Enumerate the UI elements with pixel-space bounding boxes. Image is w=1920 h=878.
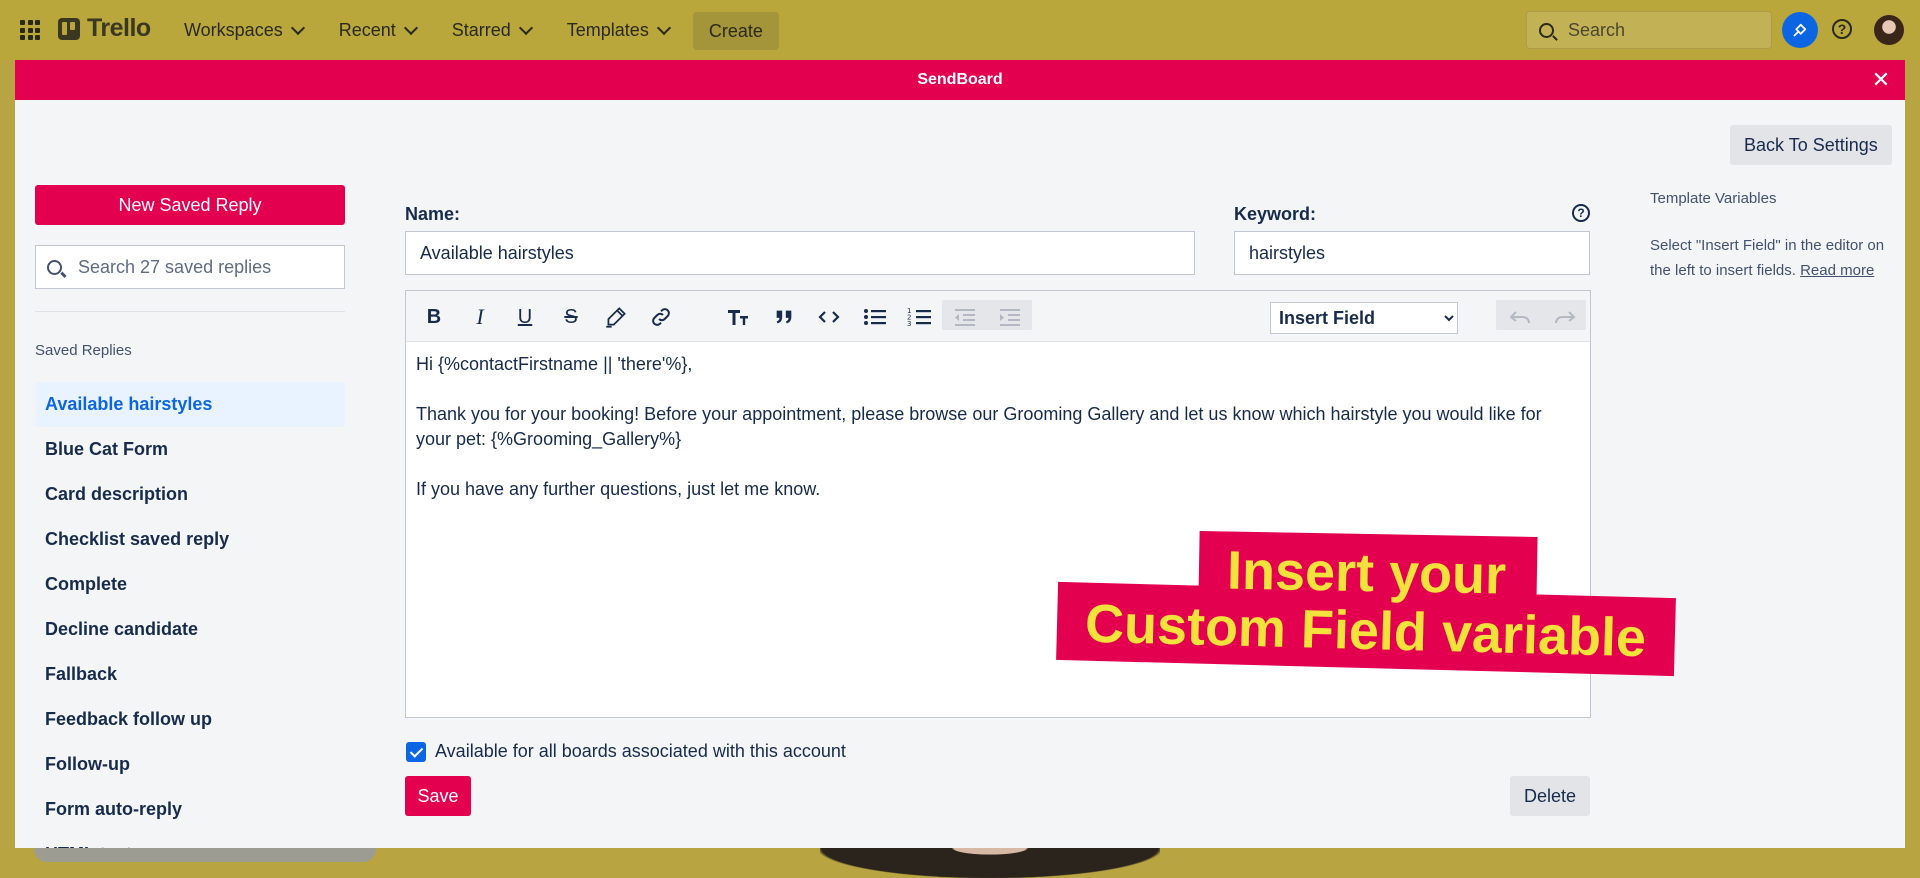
strikethrough-icon[interactable]: S — [557, 303, 585, 331]
divider — [35, 311, 345, 312]
outdent-icon — [951, 303, 979, 331]
redo-icon — [1551, 303, 1579, 331]
help-icon[interactable]: ? — [1832, 19, 1852, 39]
create-button[interactable]: Create — [692, 12, 779, 50]
editor-toolbar: B I U S 123 Insert Field — [406, 291, 1590, 342]
insert-field-select[interactable]: Insert Field — [1270, 302, 1458, 334]
nav-starred[interactable]: Starred — [438, 12, 545, 48]
app-switcher-icon[interactable] — [20, 20, 40, 40]
board-background-photo — [820, 848, 1160, 878]
back-to-settings-button[interactable]: Back To Settings — [1730, 125, 1892, 165]
list-item[interactable]: Decline candidate — [35, 607, 345, 652]
body-line-greeting: Hi {%contactFirstname || 'there'%}, — [416, 354, 693, 374]
keyword-input[interactable] — [1234, 231, 1590, 275]
nav-workspaces[interactable]: Workspaces — [170, 12, 317, 48]
delete-button[interactable]: Delete — [1510, 776, 1590, 816]
search-icon — [47, 259, 62, 275]
indent-icon — [996, 303, 1024, 331]
chevron-down-icon — [290, 20, 305, 35]
trello-logo-icon — [58, 17, 80, 40]
undo-icon — [1506, 303, 1534, 331]
close-icon[interactable]: ✕ — [1869, 67, 1893, 92]
avatar[interactable] — [1874, 15, 1904, 45]
top-search-input[interactable] — [1566, 18, 1760, 42]
list-item[interactable]: Fallback — [35, 652, 345, 697]
help-icon[interactable]: ? — [1572, 204, 1590, 222]
save-button[interactable]: Save — [405, 776, 471, 816]
link-icon[interactable] — [647, 303, 675, 331]
underline-icon[interactable]: U — [511, 303, 539, 331]
all-boards-checkbox[interactable] — [406, 742, 426, 762]
sendboard-modal: SendBoard ✕ Back To Settings New Saved R… — [15, 60, 1905, 848]
trello-logo[interactable]: Trello — [58, 14, 151, 43]
list-item[interactable]: Available hairstyles — [35, 382, 345, 427]
list-item[interactable]: Blue Cat Form — [35, 427, 345, 472]
template-variables-help: Select "Insert Field" in the editor on t… — [1650, 237, 1885, 279]
search-icon — [1539, 22, 1554, 38]
template-variables-title: Template Variables — [1650, 190, 1777, 207]
list-item[interactable]: Form auto-reply — [35, 787, 345, 832]
highlighter-icon[interactable] — [602, 303, 630, 331]
list-item[interactable]: Checklist saved reply — [35, 517, 345, 562]
numbered-list-icon[interactable]: 123 — [906, 303, 934, 331]
saved-replies-list: Available hairstyles Blue Cat Form Card … — [35, 382, 345, 848]
chevron-down-icon — [403, 20, 418, 35]
read-more-link[interactable]: Read more — [1800, 262, 1874, 279]
bold-icon[interactable]: B — [420, 303, 448, 331]
top-nav: Workspaces Recent Starred Templates Crea… — [170, 12, 779, 50]
trello-logo-text: Trello — [87, 14, 151, 42]
text-size-icon[interactable] — [724, 303, 752, 331]
nav-templates[interactable]: Templates — [553, 12, 683, 48]
nav-recent[interactable]: Recent — [325, 12, 430, 48]
trello-topbar: Trello Workspaces Recent Starred Templat… — [0, 0, 1920, 60]
list-item[interactable]: Feedback follow up — [35, 697, 345, 742]
keyword-label: Keyword: — [1234, 204, 1317, 224]
svg-text:3: 3 — [907, 320, 911, 328]
code-icon[interactable] — [815, 303, 843, 331]
list-item[interactable]: Follow-up — [35, 742, 345, 787]
name-input[interactable] — [405, 231, 1195, 275]
editor-content[interactable]: Hi {%contactFirstname || 'there'%}, Than… — [406, 342, 1590, 537]
rich-text-editor: B I U S 123 Insert Field Hi {%contactFir… — [405, 290, 1591, 718]
bullet-list-icon[interactable] — [861, 303, 889, 331]
notifications-icon[interactable] — [1782, 12, 1818, 48]
saved-replies-heading: Saved Replies — [35, 342, 132, 359]
body-line-message: Thank you for your booking! Before your … — [416, 404, 1542, 449]
chevron-down-icon — [518, 20, 533, 35]
modal-title: SendBoard — [917, 71, 1003, 88]
list-item[interactable]: Card description — [35, 472, 345, 517]
new-saved-reply-button[interactable]: New Saved Reply — [35, 185, 345, 225]
modal-header: SendBoard ✕ — [15, 60, 1905, 100]
body-line-closing: If you have any further questions, just … — [416, 479, 821, 499]
chevron-down-icon — [656, 20, 671, 35]
list-item[interactable]: Complete — [35, 562, 345, 607]
italic-icon[interactable]: I — [466, 303, 494, 331]
saved-replies-search[interactable] — [35, 245, 345, 289]
list-item[interactable]: HTML test — [35, 832, 345, 848]
saved-replies-search-input[interactable] — [76, 255, 330, 279]
quote-icon[interactable] — [770, 303, 798, 331]
all-boards-label[interactable]: Available for all boards associated with… — [435, 741, 846, 762]
top-search[interactable] — [1526, 11, 1772, 49]
name-label: Name: — [405, 204, 461, 224]
